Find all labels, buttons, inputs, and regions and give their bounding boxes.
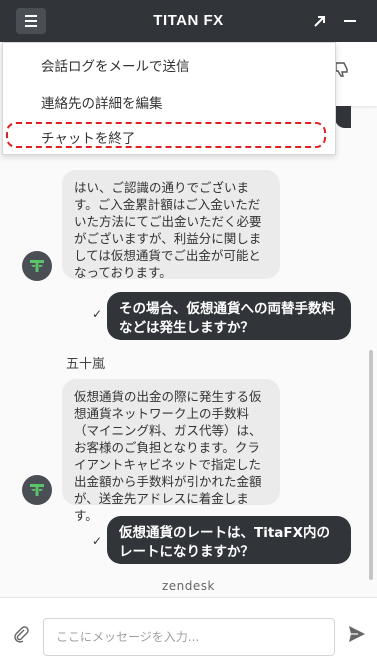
message-bubble-edge	[335, 106, 351, 128]
menu-item-edit-contact[interactable]: 連絡先の詳細を編集	[41, 92, 163, 112]
agent-avatar	[22, 475, 52, 505]
agent-message: 仮想通貨の出金の際に発生する仮想通貨ネットワーク上の手数料（マイニング料、ガス代…	[62, 379, 280, 523]
popout-arrow-icon[interactable]	[311, 12, 329, 30]
menu-item-email-transcript[interactable]: 会話ログをメールで送信	[41, 55, 190, 75]
zendesk-branding[interactable]: zendesk	[0, 579, 377, 593]
message-input[interactable]	[43, 618, 335, 656]
read-check-icon: ✓	[92, 534, 103, 548]
titan-logo-icon	[30, 484, 44, 496]
end-chat-highlight	[6, 122, 326, 148]
agent-message: はい、ご認識の通りでございます。ご入金累計額はご入金いただいた方法にてご出金いた…	[62, 170, 280, 280]
paperclip-icon[interactable]	[12, 625, 30, 643]
user-message: その場合、仮想通貨への両替手数料などは発生しますか？	[107, 292, 351, 340]
titan-logo-icon	[30, 260, 44, 272]
scrollbar-thumb[interactable]	[369, 350, 373, 580]
send-icon[interactable]	[347, 624, 367, 644]
agent-avatar	[22, 251, 52, 281]
agent-name: 五十嵐	[66, 357, 106, 372]
user-message: 仮想通貨のレートは、TitaFX内のレートになりますか？	[107, 516, 351, 564]
minimize-icon	[344, 20, 356, 22]
read-check-icon: ✓	[92, 307, 103, 321]
chat-header: TITAN FX	[0, 0, 377, 42]
minimize-button[interactable]	[342, 12, 360, 30]
